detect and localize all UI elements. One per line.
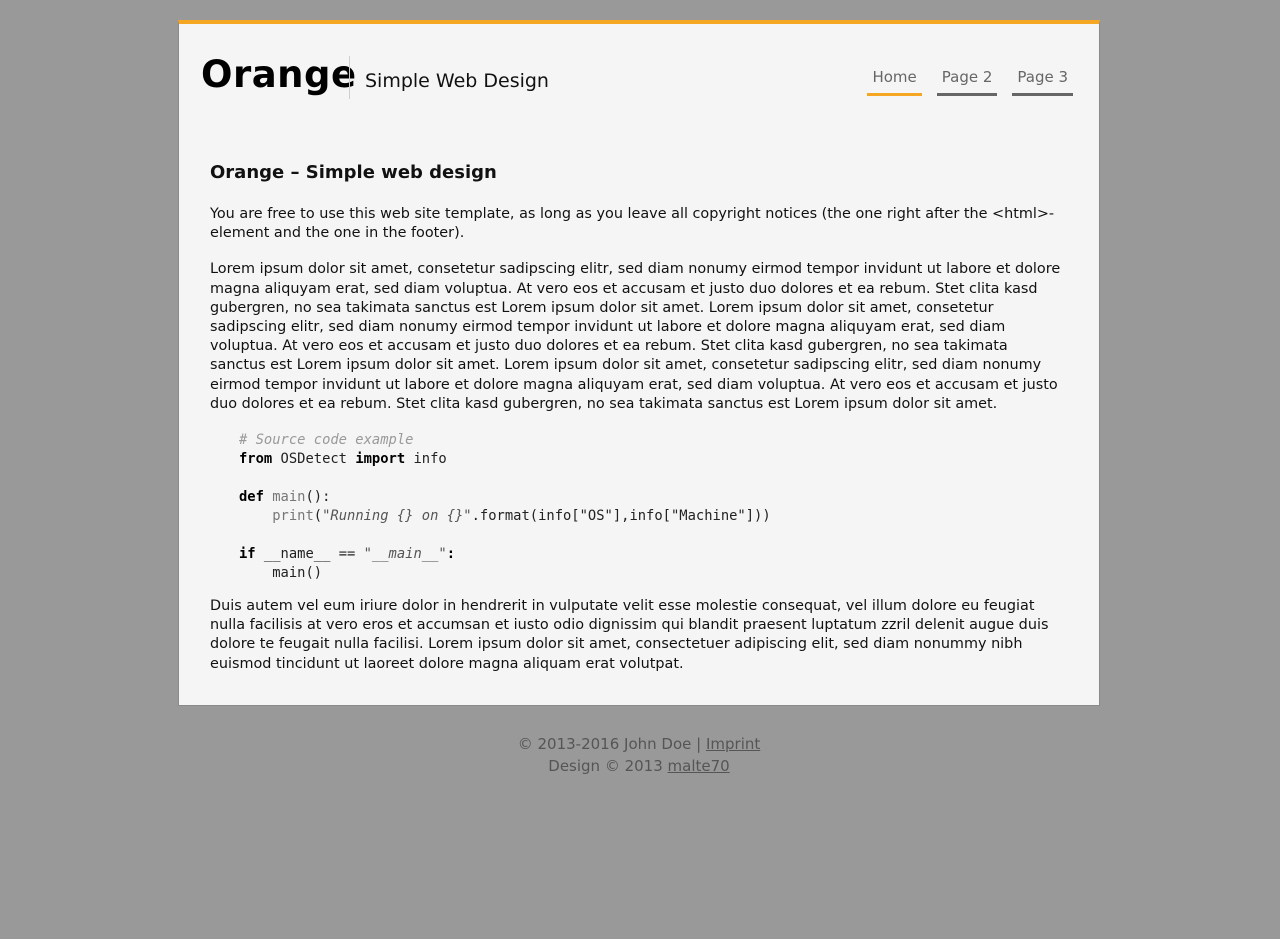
nav-item-page-2[interactable]: Page 2	[936, 66, 998, 96]
nav-item-page-3[interactable]: Page 3	[1012, 66, 1073, 96]
imprint-link[interactable]: Imprint	[706, 735, 760, 753]
code-keyword-import: import	[355, 451, 406, 468]
code-def-rest: ():	[305, 489, 331, 506]
main-content: Orange – Simple web design You are free …	[210, 161, 1067, 691]
footer-design-line: Design © 2013 malte70	[178, 755, 1100, 777]
code-print-string: "Running {} on {}"	[322, 508, 472, 525]
site-tagline: Simple Web Design	[365, 70, 549, 92]
code-import-name: info	[405, 451, 447, 468]
site-logo[interactable]: Orange	[201, 52, 357, 98]
code-print-rest: .format(info["OS"],info["Machine"]))	[471, 508, 771, 525]
page-title: Orange – Simple web design	[210, 162, 497, 183]
code-func-main: main	[272, 489, 306, 506]
closing-paragraph: Duis autem vel eum iriure dolor in hendr…	[210, 598, 1049, 672]
designer-link[interactable]: malte70	[668, 757, 730, 775]
code-print-open: (	[313, 508, 323, 525]
code-keyword-def: def	[239, 489, 264, 506]
page-container: Orange Simple Web Design Home Page 2 Pag…	[178, 20, 1100, 706]
code-call-main: main()	[272, 565, 323, 582]
logo-divider	[349, 56, 350, 99]
code-keyword-from: from	[239, 451, 273, 468]
code-block: # Source code example from OSDetect impo…	[239, 431, 1067, 583]
footer-copyright: © 2013-2016 John Doe |	[517, 735, 706, 753]
code-print-fn: print	[272, 508, 314, 525]
code-keyword-if: if	[239, 546, 256, 563]
intro-paragraph: You are free to use this web site templa…	[210, 206, 1055, 242]
code-if-rest: __name__ ==	[255, 546, 364, 563]
code-module: OSDetect	[272, 451, 356, 468]
code-comment: # Source code example	[239, 432, 414, 449]
code-if-string: "__main__"	[363, 546, 447, 563]
lorem-paragraph: Lorem ipsum dolor sit amet, consetetur s…	[210, 261, 1061, 412]
footer-copyright-line: © 2013-2016 John Doe | Imprint	[178, 733, 1100, 755]
footer-design-text: Design © 2013	[548, 757, 668, 775]
main-nav: Home Page 2 Page 3	[867, 66, 1073, 96]
code-if-colon: :	[446, 546, 455, 563]
site-footer: © 2013-2016 John Doe | Imprint Design © …	[178, 733, 1100, 777]
nav-item-home[interactable]: Home	[867, 66, 922, 96]
